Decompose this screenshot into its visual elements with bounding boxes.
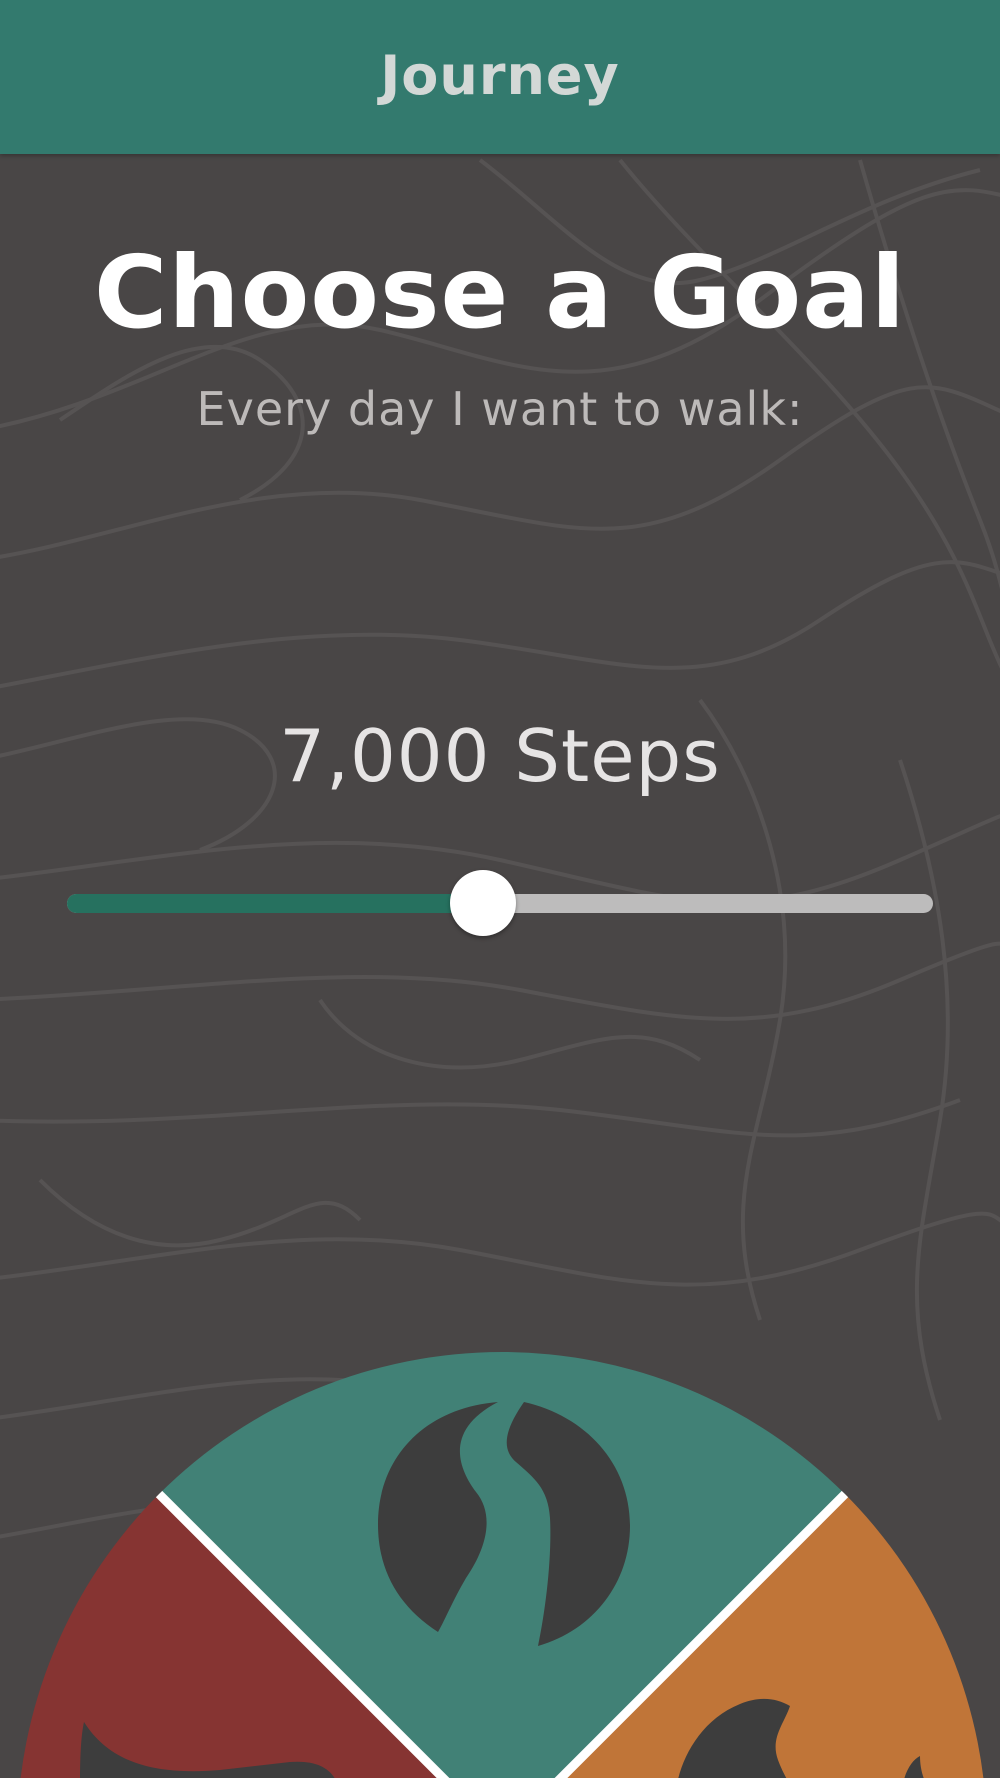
- slider-fill: [67, 894, 483, 913]
- slider-thumb[interactable]: [450, 870, 516, 936]
- goal-prompt: Every day I want to walk:: [196, 382, 804, 436]
- app-title: Journey: [380, 43, 620, 107]
- step-goal-value: 7,000 Steps: [279, 714, 721, 798]
- app-bar: Journey: [0, 0, 1000, 154]
- page-title: Choose a Goal: [94, 234, 906, 351]
- step-goal-slider[interactable]: [67, 870, 933, 936]
